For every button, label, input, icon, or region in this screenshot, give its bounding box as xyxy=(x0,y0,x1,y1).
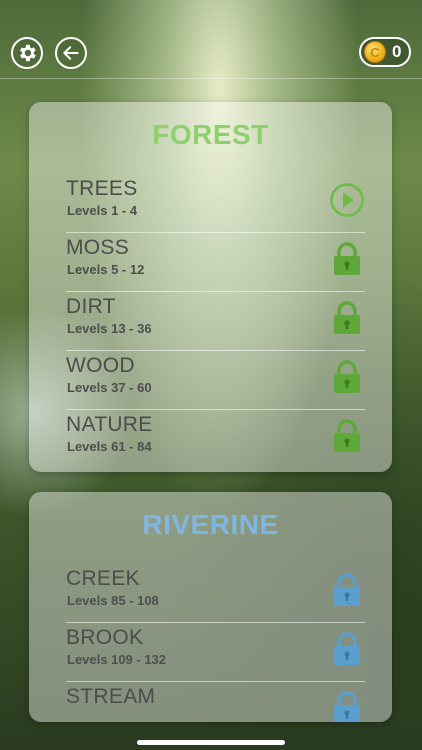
forest-section-card: FOREST TREES Levels 1 - 4 MOSS Levels 5 … xyxy=(29,102,392,472)
level-pack-range: Levels 13 - 36 xyxy=(67,321,152,336)
coin-icon: C xyxy=(364,41,386,63)
section-title-forest: FOREST xyxy=(152,119,269,150)
back-arrow-icon xyxy=(63,46,79,60)
level-pack-range: Levels 5 - 12 xyxy=(67,262,145,277)
level-pack-range: Levels 85 - 108 xyxy=(67,593,159,608)
section-title-riverine: RIVERINE xyxy=(142,509,279,540)
gear-icon xyxy=(20,44,36,62)
level-pack-trees[interactable]: TREES Levels 1 - 4 xyxy=(66,174,365,233)
level-pack-creek[interactable]: CREEK Levels 85 - 108 xyxy=(66,564,365,623)
forest-level-list: TREES Levels 1 - 4 MOSS Levels 5 - 12 DI… xyxy=(29,174,392,468)
lock-icon xyxy=(334,691,360,722)
coin-count: 0 xyxy=(392,42,402,61)
level-pack-stream[interactable]: STREAM xyxy=(66,682,365,722)
level-pack-range: Levels 1 - 4 xyxy=(67,203,138,218)
lock-icon xyxy=(334,360,360,393)
lock-icon xyxy=(334,419,360,452)
level-pack-range: Levels 37 - 60 xyxy=(67,380,152,395)
level-pack-range: Levels 109 - 132 xyxy=(67,652,167,667)
play-icon[interactable] xyxy=(329,182,365,218)
level-pack-name: DIRT xyxy=(66,295,116,318)
level-pack-name: BROOK xyxy=(66,626,144,649)
lock-icon xyxy=(334,242,360,275)
level-pack-name: WOOD xyxy=(66,354,135,377)
lock-icon xyxy=(334,632,360,665)
level-pack-dirt[interactable]: DIRT Levels 13 - 36 xyxy=(66,292,365,351)
level-pack-name: CREEK xyxy=(66,567,140,590)
lock-icon xyxy=(334,301,360,334)
level-pack-moss[interactable]: MOSS Levels 5 - 12 xyxy=(66,233,365,292)
level-pack-name: NATURE xyxy=(66,413,153,436)
lock-icon xyxy=(334,573,360,606)
level-pack-name: MOSS xyxy=(66,236,130,259)
level-pack-range: Levels 61 - 84 xyxy=(67,439,152,454)
level-pack-name: STREAM xyxy=(66,685,156,708)
coin-counter: C 0 xyxy=(359,37,411,67)
settings-button[interactable] xyxy=(11,37,43,69)
riverine-section-card: RIVERINE CREEK Levels 85 - 108 BROOK Lev… xyxy=(29,492,392,722)
level-pack-nature[interactable]: NATURE Levels 61 - 84 xyxy=(66,410,365,468)
home-indicator[interactable] xyxy=(137,740,285,745)
level-pack-wood[interactable]: WOOD Levels 37 - 60 xyxy=(66,351,365,410)
level-pack-brook[interactable]: BROOK Levels 109 - 132 xyxy=(66,623,365,682)
header-divider xyxy=(0,78,422,79)
back-button[interactable] xyxy=(55,37,87,69)
level-pack-name: TREES xyxy=(66,177,138,200)
riverine-level-list: CREEK Levels 85 - 108 BROOK Levels 109 -… xyxy=(29,564,392,722)
